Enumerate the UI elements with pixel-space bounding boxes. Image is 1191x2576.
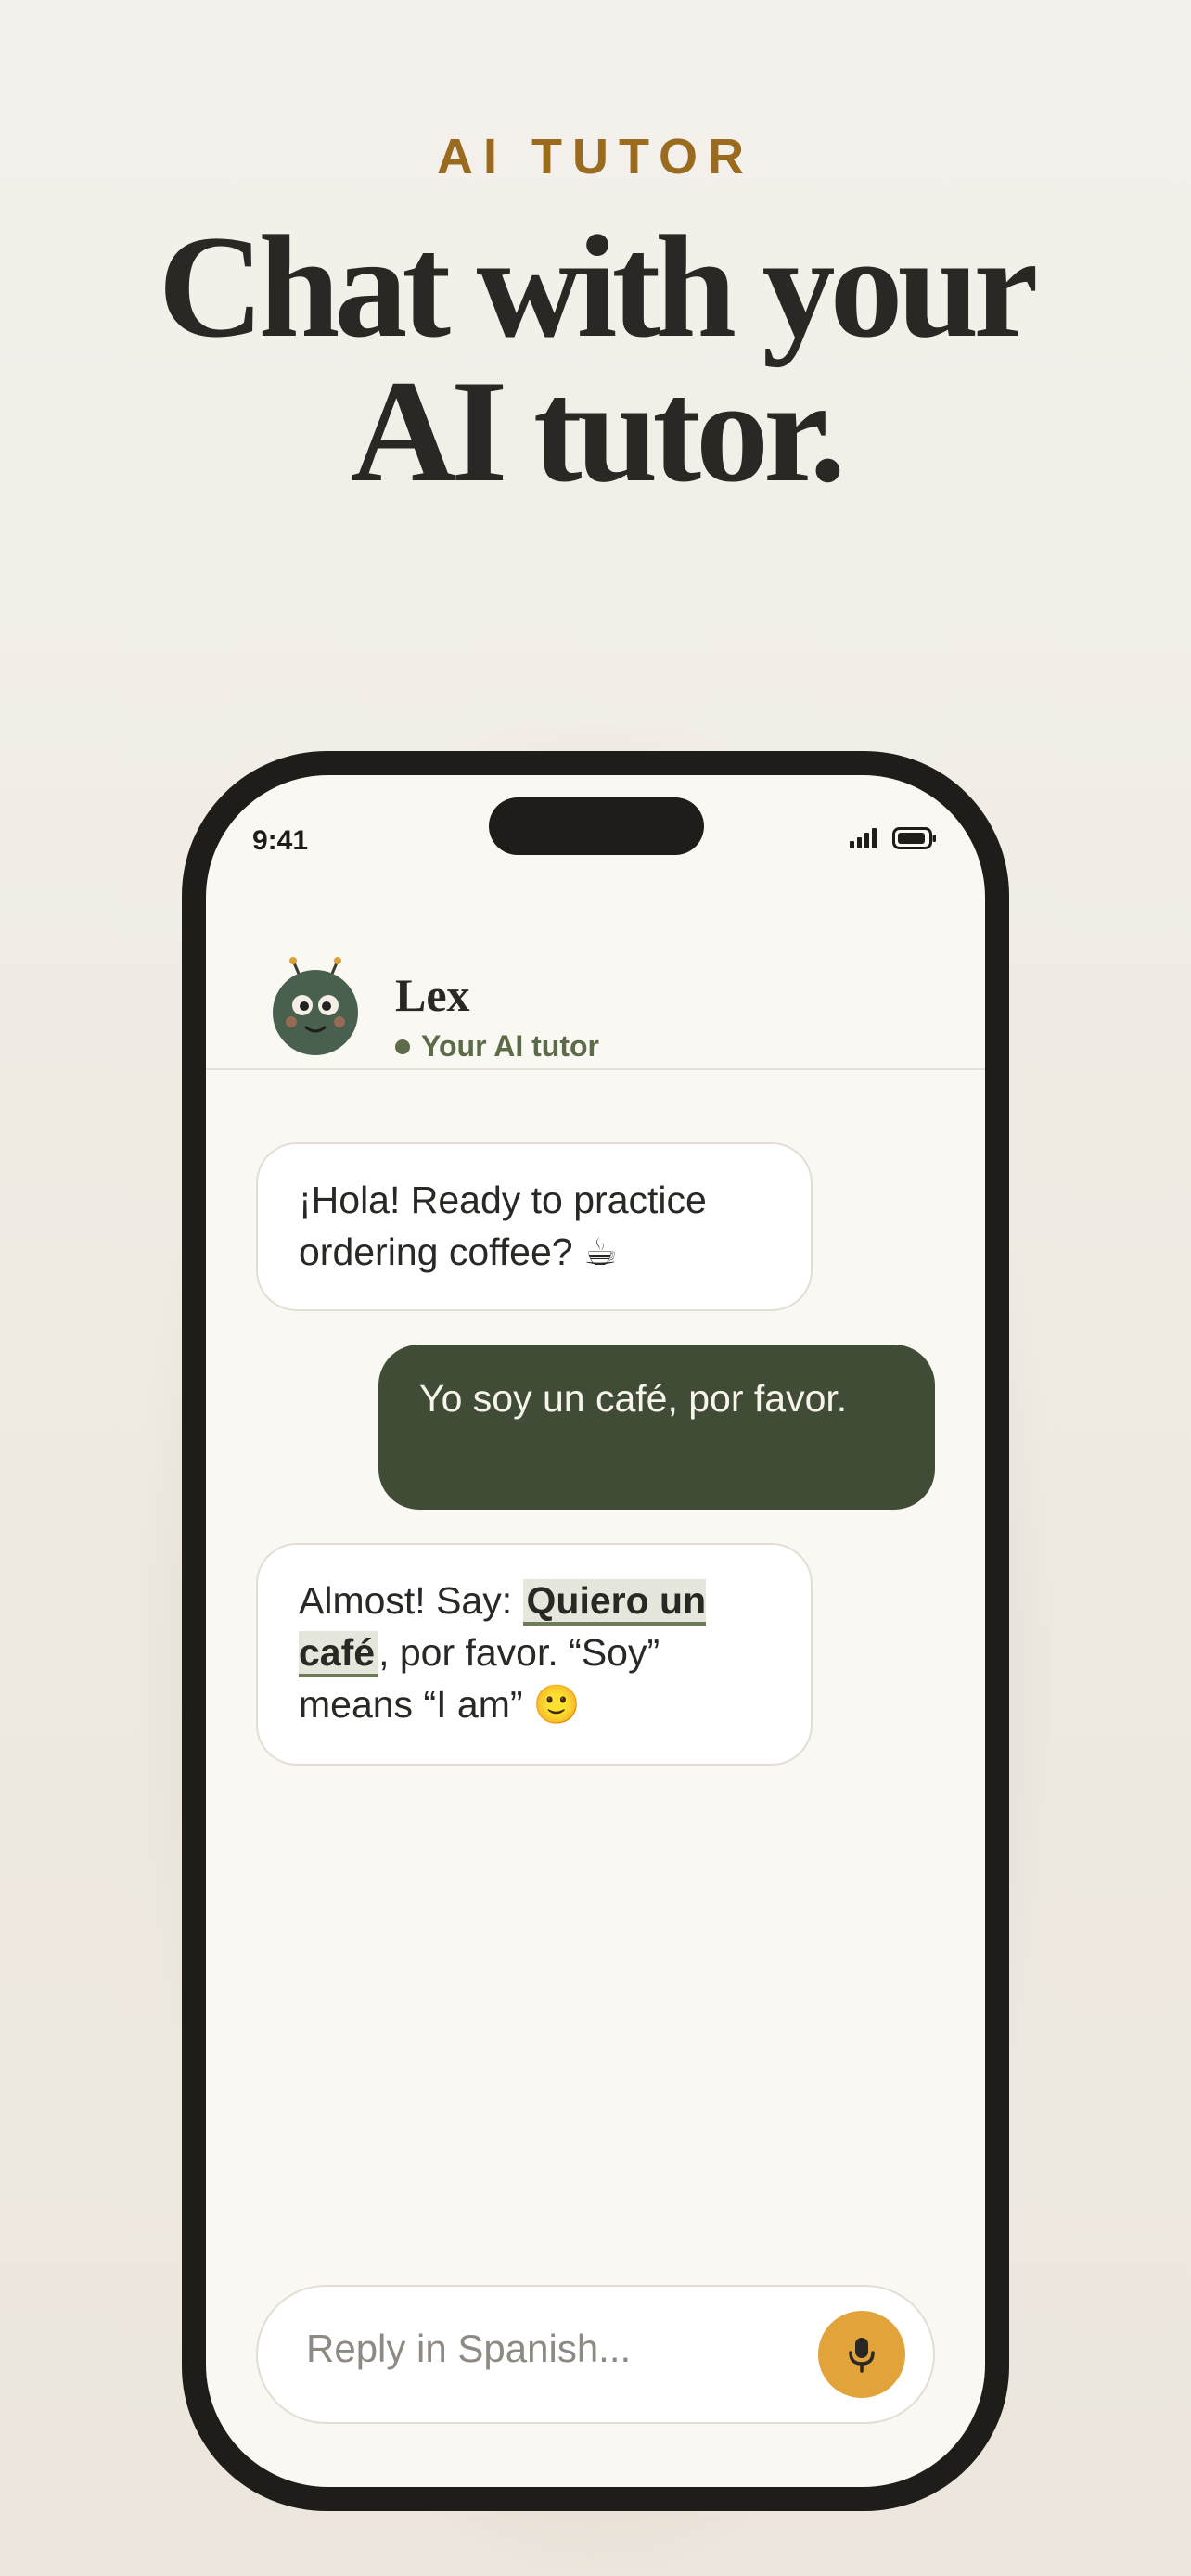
message-text: ¡Hola! Ready to practice ordering coffee… <box>299 1179 707 1273</box>
status-time: 9:41 <box>252 825 309 856</box>
status-icons <box>850 827 937 849</box>
user-message-bubble: Yo soy un café, por favor. <box>378 1345 935 1510</box>
battery-icon <box>892 827 936 849</box>
online-status-dot <box>395 1039 410 1054</box>
headline-line-1: Chat with your <box>158 206 1038 368</box>
tutor-name: Lex <box>395 969 470 1021</box>
mic-button[interactable] <box>818 2311 905 2398</box>
phone-frame: 9:41 Lex Your AI tutor ¡Hola! Ready to p… <box>182 751 1009 2511</box>
tutor-subtitle: Your AI tutor <box>395 1029 599 1064</box>
reply-composer <box>256 2285 935 2424</box>
hero-headline: Chat with your AI tutor. <box>0 206 1191 513</box>
dynamic-island <box>489 797 704 855</box>
reply-input[interactable] <box>304 2326 790 2372</box>
tutor-correction-bubble: Almost! Say: Quiero un café, por favor. … <box>256 1543 813 1766</box>
tutor-subtitle-text: Your AI tutor <box>421 1029 599 1063</box>
robot-avatar-icon <box>273 957 358 1055</box>
message-text: Yo soy un café, por favor. <box>419 1377 848 1420</box>
message-prefix: Almost! Say: <box>299 1579 523 1622</box>
tutor-message-bubble: ¡Hola! Ready to practice ordering coffee… <box>256 1142 813 1311</box>
chat-header: Lex Your AI tutor <box>206 933 985 1070</box>
headline-line-2: AI tutor. <box>350 351 846 513</box>
phone-screen: 9:41 Lex Your AI tutor ¡Hola! Ready to p… <box>206 775 985 2487</box>
microphone-icon <box>849 2338 875 2373</box>
eyebrow-label: AI TUTOR <box>437 129 754 185</box>
signal-icon <box>850 828 877 848</box>
